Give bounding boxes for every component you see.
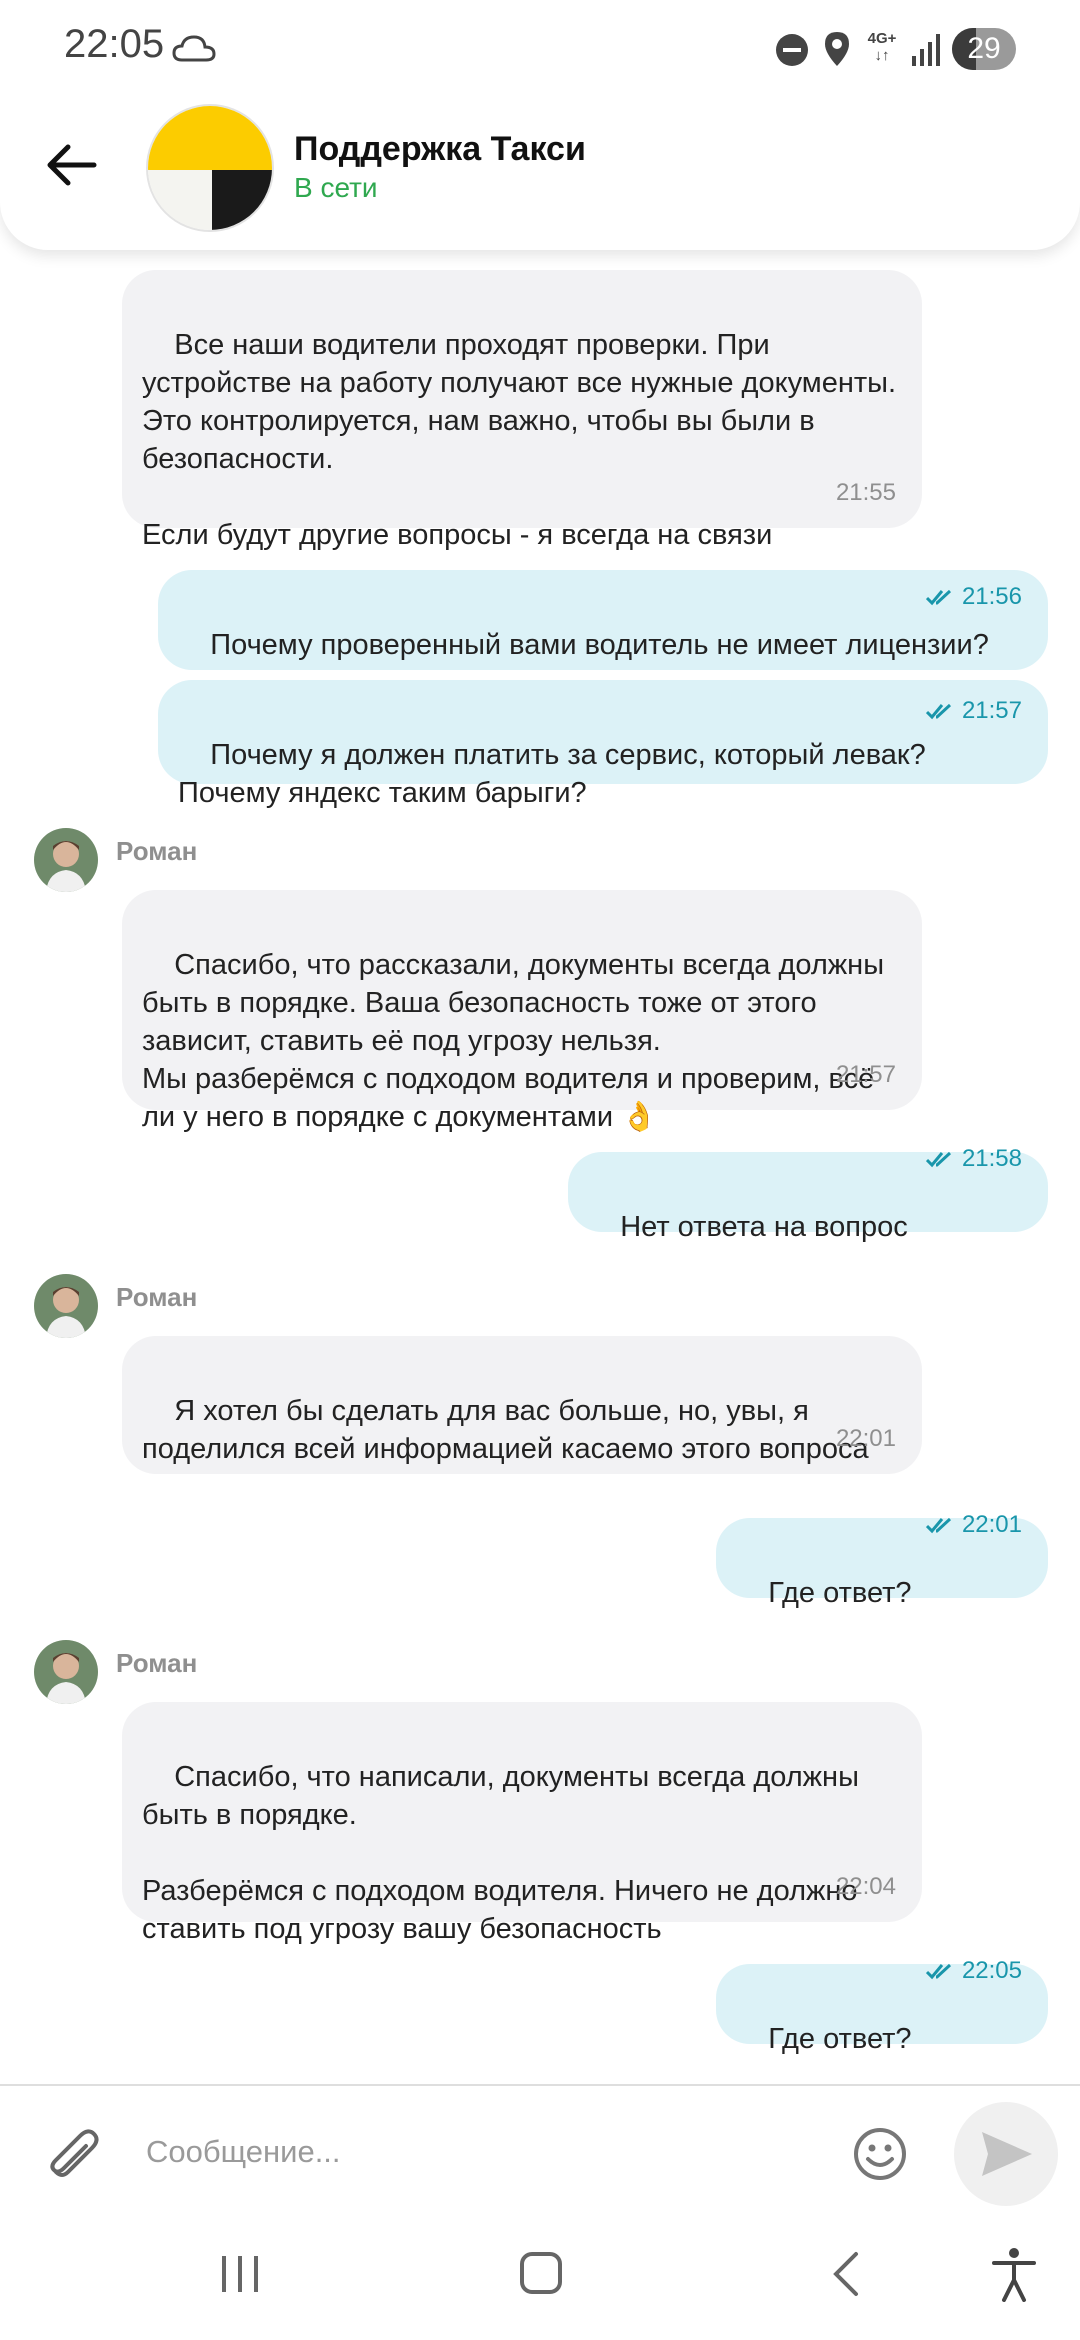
- message-time: 22:04: [835, 1873, 896, 1900]
- sender-name: Роман: [116, 1282, 198, 1312]
- message-time: 21:55: [835, 479, 896, 506]
- message-text: Спасибо, что написали, документы всегда …: [142, 1761, 859, 1945]
- chat-header: Поддержка Такси В сети: [0, 80, 1080, 250]
- home-icon[interactable]: [518, 2250, 564, 2296]
- recent-apps-icon[interactable]: [218, 2252, 262, 2296]
- sender-avatar[interactable]: [34, 1640, 98, 1704]
- taxi-support-avatar[interactable]: [146, 104, 274, 232]
- message-time: 21:57: [835, 1061, 896, 1088]
- accessibility-icon[interactable]: [990, 2246, 1038, 2302]
- outgoing-message: Где ответ? 22:01: [716, 1511, 1048, 1609]
- back-arrow-icon[interactable]: [42, 140, 102, 190]
- chat-title: Поддержка Такси: [294, 130, 586, 168]
- message-time: 22:05: [886, 1914, 1022, 2028]
- double-check-icon: [925, 589, 951, 606]
- attach-icon[interactable]: [46, 2126, 102, 2186]
- message-time: 22:01: [886, 1468, 1022, 1582]
- message-text: Почему я должен платить за сервис, котор…: [178, 739, 934, 809]
- battery-level: 29: [967, 32, 1001, 65]
- location-icon: [825, 32, 849, 66]
- message-time: 21:58: [886, 1102, 1022, 1216]
- online-status: В сети: [294, 172, 378, 203]
- outgoing-message: Нет ответа на вопрос 21:58: [568, 1145, 1048, 1243]
- message-time: 22:01: [835, 1425, 896, 1452]
- cloud-icon: [172, 35, 216, 62]
- message-text: Все наши водители проходят проверки. При…: [142, 329, 897, 551]
- double-check-icon: [925, 1151, 951, 1168]
- sender-avatar[interactable]: [34, 1274, 98, 1338]
- message-text: Я хотел бы сделать для вас больше, но, у…: [142, 1395, 869, 1465]
- network-4g-icon: 4G+ ↓↑: [867, 30, 897, 64]
- sender-avatar[interactable]: [34, 828, 98, 892]
- message-list[interactable]: Все наши водители проходят проверки. При…: [0, 0, 1080, 2080]
- nav-back-icon[interactable]: [826, 2250, 866, 2298]
- incoming-message: Спасибо, что рассказали, документы всегд…: [122, 890, 922, 1133]
- sender-name: Роман: [116, 836, 198, 866]
- do-not-disturb-icon: [776, 34, 808, 66]
- send-button[interactable]: [954, 2102, 1058, 2206]
- incoming-message: Спасибо, что написали, документы всегда …: [122, 1702, 922, 1945]
- status-time: 22:05: [64, 22, 165, 66]
- message-time: 21:56: [886, 540, 1022, 654]
- outgoing-message: Почему я должен платить за сервис, котор…: [158, 680, 1048, 809]
- message-time: 21:57: [886, 654, 1022, 768]
- send-icon: [982, 2132, 1032, 2176]
- emoji-icon[interactable]: [852, 2126, 908, 2182]
- message-composer: [0, 2084, 1080, 2214]
- status-bar: 22:05 4G+ ↓↑ 29: [0, 0, 1080, 100]
- outgoing-message: Где ответ? 22:05: [716, 1957, 1048, 2055]
- message-text: Нет ответа на вопрос: [620, 1211, 908, 1243]
- system-navigation-bar: [0, 2214, 1080, 2340]
- double-check-icon: [925, 1517, 951, 1534]
- double-check-icon: [925, 1963, 951, 1980]
- message-text: Спасибо, что рассказали, документы всегд…: [142, 949, 885, 1133]
- message-text: Почему проверенный вами водитель не имее…: [210, 629, 989, 661]
- battery-icon: 29: [952, 28, 1016, 70]
- incoming-message: Я хотел бы сделать для вас больше, но, у…: [122, 1336, 922, 1474]
- sender-name: Роман: [116, 1648, 198, 1678]
- incoming-message: Все наши водители проходят проверки. При…: [122, 270, 922, 551]
- double-check-icon: [925, 703, 951, 720]
- message-input[interactable]: [146, 2122, 826, 2182]
- signal-icon: [912, 34, 940, 66]
- network-label: 4G+: [867, 30, 897, 47]
